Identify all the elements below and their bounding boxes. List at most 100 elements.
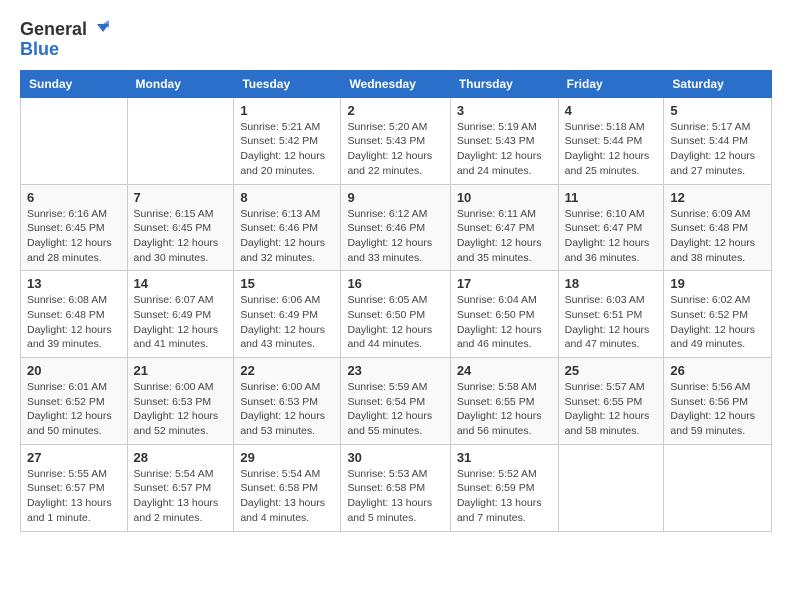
day-number: 10 [457,190,552,205]
logo: General Blue [20,20,109,60]
logo-blue: Blue [20,40,59,60]
day-number: 31 [457,450,552,465]
day-number: 7 [134,190,228,205]
day-cell-30: 30Sunrise: 5:53 AM Sunset: 6:58 PM Dayli… [341,444,450,531]
day-number: 8 [240,190,334,205]
day-info: Sunrise: 6:05 AM Sunset: 6:50 PM Dayligh… [347,293,443,352]
day-info: Sunrise: 6:00 AM Sunset: 6:53 PM Dayligh… [240,380,334,439]
day-info: Sunrise: 5:54 AM Sunset: 6:57 PM Dayligh… [134,467,228,526]
day-cell-31: 31 Sunrise: 5:52 AM Sunset: 6:59 PM Dayli… [450,444,558,531]
day-number: 14 [134,276,228,291]
day-cell-29: 29 Sunrise: 5:54 AM Sunset: 6:58 PM Dayli… [234,444,341,531]
day-info: Sunrise: 5:54 AM Sunset: 6:58 PM Dayligh… [240,467,334,526]
day-cell-4: 4 Sunrise: 5:18 AM Sunset: 5:44 PM Daylig… [558,97,664,184]
day-info: Sunrise: 6:15 AM Sunset: 6:45 PM Dayligh… [134,207,228,266]
day-cell-14: 14 Sunrise: 6:07 AM Sunset: 6:49 PM Dayli… [127,271,234,358]
day-cell-6: 6 Sunrise: 6:16 AM Sunset: 6:45 PM Daylig… [21,184,128,271]
day-info: Sunrise: 5:20 AM Sunset: 5:43 PM Dayligh… [347,120,443,179]
day-number: 20 [27,363,121,378]
day-cell-16: 16 Sunrise: 6:05 AM Sunset: 6:50 PM Dayli… [341,271,450,358]
day-cell-22: 22 Sunrise: 6:00 AM Sunset: 6:53 PM Dayli… [234,358,341,445]
day-cell-10: 10Sunrise: 6:11 AM Sunset: 6:47 PM Dayli… [450,184,558,271]
day-info: Sunrise: 6:03 AM Sunset: 6:51 PM Dayligh… [565,293,658,352]
week-row-4: 20 Sunrise: 6:01 AM Sunset: 6:52 PM Dayli… [21,358,772,445]
week-row-2: 6 Sunrise: 6:16 AM Sunset: 6:45 PM Daylig… [21,184,772,271]
weekday-header-thursday: Thursday [450,70,558,97]
day-info: Sunrise: 6:12 AM Sunset: 6:46 PM Dayligh… [347,207,443,266]
day-cell-3: 3 Sunrise: 5:19 AM Sunset: 5:43 PM Daylig… [450,97,558,184]
empty-cell [127,97,234,184]
day-info: Sunrise: 6:00 AM Sunset: 6:53 PM Dayligh… [134,380,228,439]
day-info: Sunrise: 6:07 AM Sunset: 6:49 PM Dayligh… [134,293,228,352]
weekday-header-tuesday: Tuesday [234,70,341,97]
weekday-header-row: SundayMondayTuesdayWednesdayThursdayFrid… [21,70,772,97]
day-cell-18: 18 Sunrise: 6:03 AM Sunset: 6:51 PM Dayli… [558,271,664,358]
day-number: 1 [240,103,334,118]
day-number: 26 [670,363,765,378]
day-info: Sunrise: 6:09 AM Sunset: 6:48 PM Dayligh… [670,207,765,266]
day-info: Sunrise: 6:06 AM Sunset: 6:49 PM Dayligh… [240,293,334,352]
weekday-header-saturday: Saturday [664,70,772,97]
day-info: Sunrise: 5:19 AM Sunset: 5:43 PM Dayligh… [457,120,552,179]
day-number: 9 [347,190,443,205]
day-number: 17 [457,276,552,291]
day-cell-5: 5 Sunrise: 5:17 AM Sunset: 5:44 PM Daylig… [664,97,772,184]
week-row-3: 13 Sunrise: 6:08 AM Sunset: 6:48 PM Dayli… [21,271,772,358]
day-number: 29 [240,450,334,465]
day-info: Sunrise: 6:01 AM Sunset: 6:52 PM Dayligh… [27,380,121,439]
day-info: Sunrise: 6:16 AM Sunset: 6:45 PM Dayligh… [27,207,121,266]
weekday-header-monday: Monday [127,70,234,97]
page-header: General Blue [20,20,772,60]
logo-general: General [20,20,87,40]
day-info: Sunrise: 5:18 AM Sunset: 5:44 PM Dayligh… [565,120,658,179]
day-info: Sunrise: 6:02 AM Sunset: 6:52 PM Dayligh… [670,293,765,352]
week-row-5: 27Sunrise: 5:55 AM Sunset: 6:57 PM Dayli… [21,444,772,531]
day-cell-12: 12 Sunrise: 6:09 AM Sunset: 6:48 PM Dayli… [664,184,772,271]
day-cell-21: 21Sunrise: 6:00 AM Sunset: 6:53 PM Dayli… [127,358,234,445]
day-info: Sunrise: 5:56 AM Sunset: 6:56 PM Dayligh… [670,380,765,439]
logo-bird-icon [89,20,109,40]
calendar-table: SundayMondayTuesdayWednesdayThursdayFrid… [20,70,772,532]
day-number: 13 [27,276,121,291]
day-number: 18 [565,276,658,291]
day-number: 6 [27,190,121,205]
day-cell-20: 20 Sunrise: 6:01 AM Sunset: 6:52 PM Dayli… [21,358,128,445]
day-cell-2: 2 Sunrise: 5:20 AM Sunset: 5:43 PM Daylig… [341,97,450,184]
day-cell-8: 8 Sunrise: 6:13 AM Sunset: 6:46 PM Daylig… [234,184,341,271]
empty-cell [664,444,772,531]
weekday-header-friday: Friday [558,70,664,97]
day-number: 15 [240,276,334,291]
day-number: 22 [240,363,334,378]
day-cell-11: 11Sunrise: 6:10 AM Sunset: 6:47 PM Dayli… [558,184,664,271]
day-info: Sunrise: 6:04 AM Sunset: 6:50 PM Dayligh… [457,293,552,352]
day-cell-23: 23 Sunrise: 5:59 AM Sunset: 6:54 PM Dayli… [341,358,450,445]
day-number: 3 [457,103,552,118]
day-cell-24: 24 Sunrise: 5:58 AM Sunset: 6:55 PM Dayli… [450,358,558,445]
day-number: 4 [565,103,658,118]
day-info: Sunrise: 5:52 AM Sunset: 6:59 PM Dayligh… [457,467,552,526]
empty-cell [21,97,128,184]
day-number: 24 [457,363,552,378]
day-number: 12 [670,190,765,205]
day-number: 19 [670,276,765,291]
day-info: Sunrise: 6:08 AM Sunset: 6:48 PM Dayligh… [27,293,121,352]
day-cell-27: 27Sunrise: 5:55 AM Sunset: 6:57 PM Dayli… [21,444,128,531]
day-cell-13: 13 Sunrise: 6:08 AM Sunset: 6:48 PM Dayli… [21,271,128,358]
day-info: Sunrise: 5:21 AM Sunset: 5:42 PM Dayligh… [240,120,334,179]
day-number: 27 [27,450,121,465]
day-number: 23 [347,363,443,378]
day-info: Sunrise: 5:57 AM Sunset: 6:55 PM Dayligh… [565,380,658,439]
day-info: Sunrise: 5:17 AM Sunset: 5:44 PM Dayligh… [670,120,765,179]
day-info: Sunrise: 5:59 AM Sunset: 6:54 PM Dayligh… [347,380,443,439]
day-cell-26: 26 Sunrise: 5:56 AM Sunset: 6:56 PM Dayli… [664,358,772,445]
day-cell-28: 28 Sunrise: 5:54 AM Sunset: 6:57 PM Dayli… [127,444,234,531]
day-info: Sunrise: 6:13 AM Sunset: 6:46 PM Dayligh… [240,207,334,266]
day-info: Sunrise: 5:58 AM Sunset: 6:55 PM Dayligh… [457,380,552,439]
day-number: 28 [134,450,228,465]
day-cell-1: 1 Sunrise: 5:21 AM Sunset: 5:42 PM Daylig… [234,97,341,184]
day-number: 11 [565,190,658,205]
day-number: 16 [347,276,443,291]
day-number: 5 [670,103,765,118]
day-cell-19: 19 Sunrise: 6:02 AM Sunset: 6:52 PM Dayli… [664,271,772,358]
day-number: 2 [347,103,443,118]
